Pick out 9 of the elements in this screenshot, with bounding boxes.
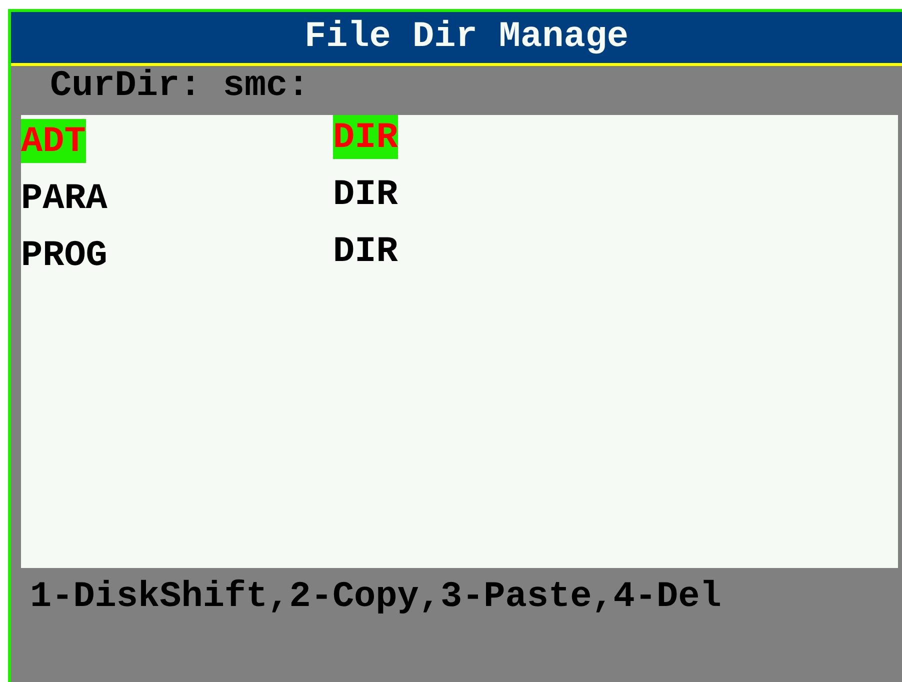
current-dir-label: CurDir: <box>50 65 202 106</box>
file-type: DIR <box>333 230 398 273</box>
file-type: DIR <box>333 173 398 216</box>
window-title: File Dir Manage <box>303 15 629 59</box>
status-text: 1-DiskShift,2-Copy,3-Paste,4-Del <box>30 576 722 617</box>
file-type: DIR <box>333 115 398 159</box>
file-name[interactable]: PROG <box>21 233 108 277</box>
current-dir-value: smc: <box>222 65 310 106</box>
file-name[interactable]: PARA <box>21 176 108 220</box>
